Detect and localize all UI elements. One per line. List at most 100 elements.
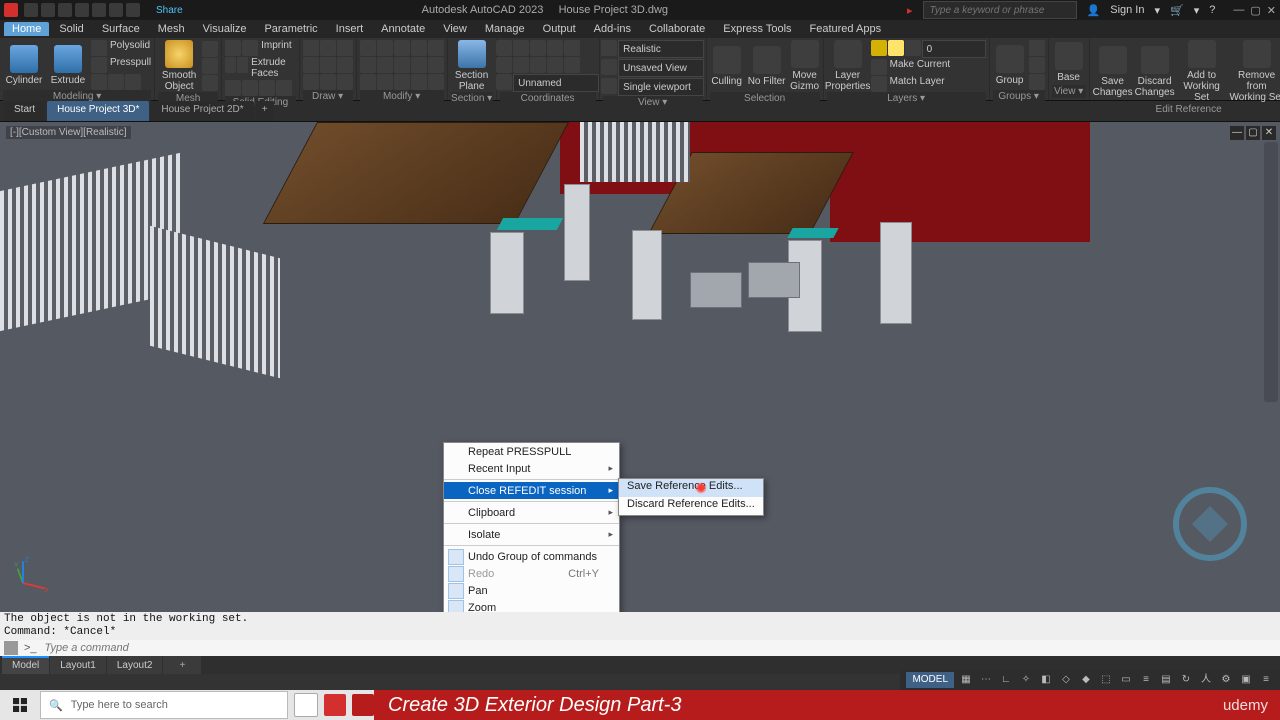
ctx-close-refedit[interactable]: Close REFEDIT session <box>444 482 619 499</box>
panel-draw-title[interactable]: Draw ▾ <box>303 90 353 103</box>
qat-saveas-icon[interactable] <box>75 3 89 17</box>
panel-modify-title[interactable]: Modify ▾ <box>360 90 444 103</box>
stretch-icon[interactable] <box>360 74 376 90</box>
make-current-icon[interactable] <box>871 59 887 75</box>
rotate-icon[interactable] <box>377 40 393 56</box>
polysolid-button[interactable]: Polysolid <box>110 40 150 56</box>
status-clean-icon[interactable]: ▣ <box>1238 672 1254 688</box>
tab-manage[interactable]: Manage <box>477 22 533 36</box>
status-dyn-icon[interactable]: ▭ <box>1118 672 1134 688</box>
viewport-combo[interactable]: Single viewport <box>618 78 704 96</box>
ucs-view-icon[interactable] <box>564 40 580 56</box>
polysolid-icon[interactable] <box>91 40 107 56</box>
layout-add-button[interactable]: + <box>163 656 201 674</box>
taskbar-autocad-icon[interactable] <box>324 694 346 716</box>
sign-in-button[interactable]: Sign In <box>1110 4 1144 16</box>
help-search-input[interactable] <box>923 1 1077 19</box>
ctx-recent-input[interactable]: Recent Input <box>444 460 619 477</box>
viewport-icon[interactable] <box>601 78 617 94</box>
slice-icon[interactable] <box>237 57 248 73</box>
explode-icon[interactable] <box>428 40 444 56</box>
status-transp-icon[interactable]: ▤ <box>1158 672 1174 688</box>
status-model[interactable]: MODEL <box>906 672 954 688</box>
loft-icon[interactable] <box>125 74 141 90</box>
offset-icon[interactable] <box>428 57 444 73</box>
gizmo-button[interactable]: Move Gizmo <box>788 40 822 92</box>
close-button[interactable]: ✕ <box>1267 4 1276 17</box>
status-iso-icon[interactable]: ◧ <box>1038 672 1054 688</box>
vp-max-icon[interactable]: ▢ <box>1246 126 1260 140</box>
vp-close-icon[interactable]: ✕ <box>1262 126 1276 140</box>
array-icon[interactable] <box>411 57 427 73</box>
view-icon[interactable] <box>601 59 617 75</box>
add-to-set-button[interactable]: Add to Working Set <box>1177 40 1227 103</box>
3dalign-icon[interactable] <box>411 74 427 90</box>
ucs-world-icon[interactable] <box>513 40 529 56</box>
taskbar-cortana-icon[interactable] <box>294 693 318 717</box>
tab-visualize[interactable]: Visualize <box>195 22 255 36</box>
tab-home[interactable]: Home <box>4 22 49 36</box>
erase-icon[interactable] <box>411 40 427 56</box>
ucs-x-icon[interactable] <box>547 57 563 73</box>
scale-icon[interactable] <box>377 74 393 90</box>
tab-mesh[interactable]: Mesh <box>150 22 193 36</box>
tab-addins[interactable]: Add-ins <box>586 22 639 36</box>
status-dynucs-icon[interactable]: ⬚ <box>1098 672 1114 688</box>
extrude-button[interactable]: Extrude <box>47 45 89 86</box>
layer-lock-icon[interactable] <box>905 40 921 56</box>
link-icon[interactable]: ▾ <box>1194 4 1200 17</box>
panel-section-title[interactable]: Section ▾ <box>451 92 493 105</box>
extrude-faces-button[interactable]: Extrude Faces <box>251 57 295 79</box>
layer-on-icon[interactable] <box>871 40 887 56</box>
panel-layers-title[interactable]: Layers ▾ <box>827 92 986 105</box>
make-current-button[interactable]: Make Current <box>890 59 951 75</box>
status-snap-icon[interactable]: ⋯ <box>978 672 994 688</box>
minimize-button[interactable]: — <box>1233 4 1244 17</box>
3drotate-icon[interactable] <box>428 74 444 90</box>
tab-solid[interactable]: Solid <box>51 22 91 36</box>
ctx-isolate[interactable]: Isolate <box>444 526 619 543</box>
align-icon[interactable] <box>394 74 410 90</box>
qat-undo-icon[interactable] <box>109 3 123 17</box>
circle-icon[interactable] <box>337 40 353 56</box>
qat-open-icon[interactable] <box>41 3 55 17</box>
vp-min-icon[interactable]: — <box>1230 126 1244 140</box>
share-button[interactable]: Share <box>156 5 183 16</box>
shell-icon[interactable] <box>225 80 241 96</box>
panel-base-title[interactable]: View ▾ <box>1052 85 1086 98</box>
ucs-named-icon[interactable] <box>496 74 512 90</box>
mesh-more-icon[interactable] <box>202 41 218 57</box>
presspull-icon[interactable] <box>91 57 107 73</box>
rect-icon[interactable] <box>320 57 336 73</box>
qat-save-icon[interactable] <box>58 3 72 17</box>
sweep-icon[interactable] <box>108 74 124 90</box>
status-grid-icon[interactable]: ▦ <box>958 672 974 688</box>
tab-annotate[interactable]: Annotate <box>373 22 433 36</box>
cmd-close-icon[interactable] <box>4 641 18 655</box>
tab-start[interactable]: Start <box>4 101 45 121</box>
ucs-origin-icon[interactable] <box>496 57 512 73</box>
cart-icon[interactable]: 🛒 <box>1170 4 1184 17</box>
tab-doc-active[interactable]: House Project 3D* <box>47 101 149 121</box>
fillet-edge-icon[interactable] <box>276 80 292 96</box>
tab-featured[interactable]: Featured Apps <box>802 22 890 36</box>
revolve-icon[interactable] <box>91 74 107 90</box>
user-icon[interactable]: 👤 <box>1087 4 1101 17</box>
base-button[interactable]: Base <box>1052 42 1086 83</box>
ucs-3p-icon[interactable] <box>530 57 546 73</box>
qat-redo-icon[interactable] <box>126 3 140 17</box>
helix-icon[interactable] <box>337 74 353 90</box>
move-icon[interactable] <box>360 40 376 56</box>
layout-tab-1[interactable]: Layout1 <box>50 656 106 674</box>
culling-button[interactable]: Culling <box>708 46 746 87</box>
sub-discard-ref-edits[interactable]: Discard Reference Edits... <box>619 497 763 515</box>
cylinder-button[interactable]: Cylinder <box>3 45 45 86</box>
restore-button[interactable]: ▢ <box>1250 4 1260 17</box>
layer-properties-button[interactable]: Layer Properties <box>827 40 869 92</box>
save-changes-button[interactable]: Save Changes <box>1093 46 1133 98</box>
match-layer-button[interactable]: Match Layer <box>890 76 945 92</box>
subtract-icon[interactable] <box>242 40 258 56</box>
match-layer-icon[interactable] <box>871 76 887 92</box>
tab-parametric[interactable]: Parametric <box>256 22 325 36</box>
status-ortho-icon[interactable]: ∟ <box>998 672 1014 688</box>
